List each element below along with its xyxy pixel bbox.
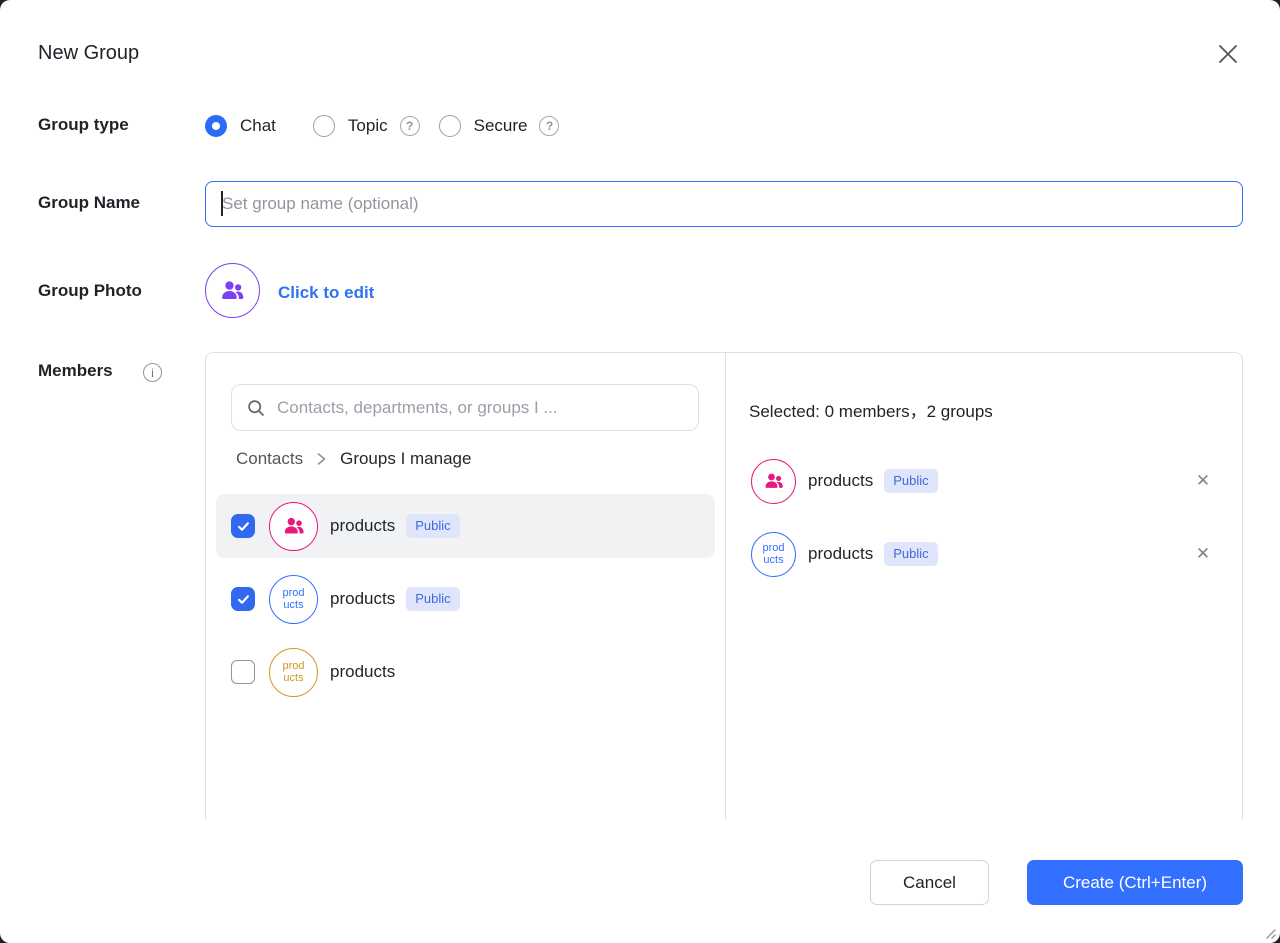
public-badge: Public	[884, 542, 937, 566]
group-type-option-topic[interactable]: Topic?	[313, 115, 402, 137]
group-people-icon	[763, 470, 785, 492]
group-type-radio-group: ChatTopic?Secure?	[205, 113, 578, 139]
cancel-button[interactable]: Cancel	[870, 860, 989, 905]
checkbox-unchecked[interactable]	[231, 660, 255, 684]
breadcrumb-contacts[interactable]: Contacts	[236, 449, 303, 469]
new-group-dialog: New Group Group type ChatTopic?Secure? G…	[0, 0, 1280, 943]
checkmark-icon	[236, 519, 251, 534]
radio-label: Chat	[240, 116, 276, 136]
resize-handle[interactable]	[1262, 925, 1276, 939]
radio-icon[interactable]	[439, 115, 461, 137]
breadcrumb-current: Groups I manage	[340, 449, 471, 469]
group-photo-avatar[interactable]	[205, 263, 260, 318]
dialog-title: New Group	[38, 42, 139, 65]
public-badge: Public	[406, 514, 459, 538]
group-avatar: products	[751, 532, 796, 577]
selected-row: products products Public ✕	[726, 529, 1244, 579]
members-picker-panel: Contacts Groups I manage productsPublic …	[205, 352, 1243, 820]
remove-icon[interactable]: ✕	[1190, 541, 1216, 567]
group-avatar	[751, 459, 796, 504]
selected-row: products Public ✕	[726, 456, 1244, 506]
public-badge: Public	[884, 469, 937, 493]
group-avatar	[269, 502, 318, 551]
group-type-label: Group type	[38, 115, 129, 135]
member-name: products	[330, 662, 395, 682]
help-icon[interactable]: ?	[539, 116, 559, 136]
member-name: products	[330, 516, 395, 536]
selected-summary: Selected: 0 members，2 groups	[749, 397, 993, 422]
group-name-label: Group Name	[38, 193, 140, 213]
member-row[interactable]: products products	[216, 640, 715, 704]
help-icon[interactable]: ?	[400, 116, 420, 136]
member-list: productsPublic productsproductsPublicpro…	[216, 494, 715, 713]
close-icon[interactable]	[1212, 38, 1244, 70]
group-photo-label: Group Photo	[38, 281, 142, 301]
radio-icon[interactable]	[313, 115, 335, 137]
radio-label: Secure	[474, 116, 528, 136]
group-avatar: products	[269, 648, 318, 697]
member-search-input[interactable]	[277, 398, 684, 418]
group-people-icon	[282, 514, 306, 538]
chevron-right-icon	[316, 451, 327, 467]
radio-label: Topic	[348, 116, 388, 136]
member-search-box[interactable]	[231, 384, 699, 431]
radio-icon[interactable]	[205, 115, 227, 137]
photo-edit-link[interactable]: Click to edit	[278, 283, 374, 303]
group-name-input[interactable]	[205, 181, 1243, 227]
members-label: Members	[38, 361, 113, 381]
create-button[interactable]: Create (Ctrl+Enter)	[1027, 860, 1243, 905]
member-name: products	[330, 589, 395, 609]
selected-list: products Public ✕ products products Public ✕	[726, 456, 1244, 602]
group-people-icon	[219, 277, 246, 304]
search-icon	[246, 398, 266, 418]
remove-icon[interactable]: ✕	[1190, 468, 1216, 494]
member-name: products	[808, 471, 873, 491]
group-avatar: products	[269, 575, 318, 624]
info-icon[interactable]: i	[143, 363, 162, 382]
text-caret	[221, 191, 223, 216]
member-row[interactable]: products Public	[216, 494, 715, 558]
checkbox-checked[interactable]	[231, 587, 255, 611]
checkmark-icon	[236, 592, 251, 607]
member-row[interactable]: products products Public	[216, 567, 715, 631]
checkbox-checked[interactable]	[231, 514, 255, 538]
group-type-option-chat[interactable]: Chat	[205, 115, 276, 137]
breadcrumb: Contacts Groups I manage	[236, 449, 471, 469]
group-type-option-secure[interactable]: Secure?	[439, 115, 542, 137]
public-badge: Public	[406, 587, 459, 611]
member-name: products	[808, 544, 873, 564]
